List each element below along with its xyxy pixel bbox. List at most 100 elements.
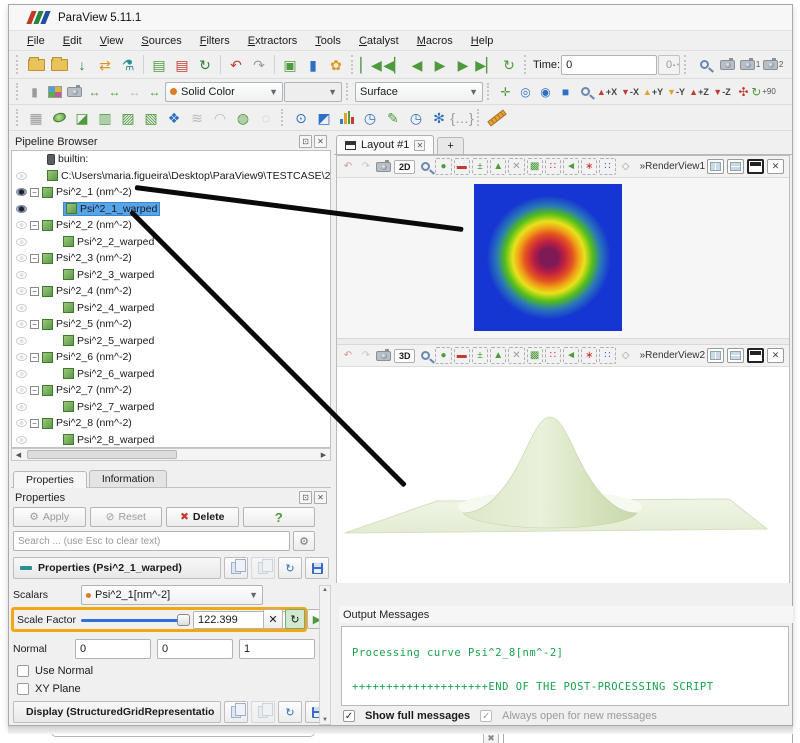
recalculate-scale-button[interactable]: ↻ xyxy=(285,609,305,629)
delete-button[interactable]: ✖ Delete xyxy=(166,507,239,527)
split-horizontal-button[interactable] xyxy=(707,348,724,363)
reload-files-button[interactable]: ↻ xyxy=(194,54,216,76)
xy-plane-checkbox[interactable] xyxy=(17,683,29,695)
collapse-expander-icon[interactable]: − xyxy=(30,386,39,395)
plot-selection-over-time-button[interactable]: ◷ xyxy=(405,107,427,129)
scroll-right-icon[interactable]: ▶ xyxy=(317,451,330,459)
rescale-data-range-button[interactable]: ↔ xyxy=(85,82,104,101)
view-minus-z-button[interactable]: ▼-Z xyxy=(711,82,733,102)
group-datasets-button[interactable]: ◍ xyxy=(232,107,254,129)
split-vertical-button[interactable] xyxy=(727,348,744,363)
python-calculator-button[interactable]: {…} xyxy=(451,107,473,129)
pipeline-item-psi4[interactable]: − Psi^2_4 (nm^-2) xyxy=(12,283,330,300)
pipeline-item-psi1-warped[interactable]: Psi^2_1_warped xyxy=(12,201,330,218)
pipeline-horizontal-scrollbar[interactable]: ◀ ▶ xyxy=(11,448,331,461)
visibility-eye-icon[interactable] xyxy=(16,370,27,378)
always-open-checkbox[interactable]: ✓ xyxy=(480,710,492,722)
close-view-button[interactable]: ✕ xyxy=(767,348,784,363)
scale-factor-slider[interactable] xyxy=(81,614,189,626)
plot-over-line-button[interactable]: ✎ xyxy=(382,107,404,129)
menu-catalyst[interactable]: Catalyst xyxy=(351,33,407,49)
vcr-play-reverse-button[interactable]: ◀ xyxy=(406,54,428,76)
reset-button[interactable]: ⊘ Reset xyxy=(90,507,163,527)
pipeline-item-psi3-warped[interactable]: Psi^2_3_warped xyxy=(12,267,330,284)
interactive-select-points-button[interactable]: ∷ xyxy=(599,158,615,175)
normal-y-input[interactable]: 0 xyxy=(157,639,233,659)
renderview1-canvas[interactable] xyxy=(337,178,789,338)
renderview2-canvas[interactable] xyxy=(337,367,789,583)
save-defaults-button[interactable] xyxy=(305,557,329,579)
properties-section-header[interactable]: Properties (Psi^2_1_warped) xyxy=(13,557,221,579)
dock-float-button[interactable]: ⊡ xyxy=(299,135,312,148)
pipeline-item-psi8[interactable]: − Psi^2_8 (nm^-2) xyxy=(12,415,330,432)
pipeline-item-psi2-warped[interactable]: Psi^2_2_warped xyxy=(12,234,330,251)
select-points-polygon-button[interactable]: ◄ xyxy=(563,158,579,175)
maximize-view-button[interactable] xyxy=(747,348,764,363)
visibility-eye-icon[interactable] xyxy=(16,172,27,180)
split-horizontal-button[interactable] xyxy=(707,159,724,174)
pipeline-item-psi6-warped[interactable]: Psi^2_6_warped xyxy=(12,366,330,383)
warp-by-scalar-button[interactable]: ◠ xyxy=(209,107,231,129)
find-data-button[interactable]: ◩ xyxy=(313,107,335,129)
visibility-eye-icon[interactable] xyxy=(16,304,27,312)
view-plus-x-button[interactable]: ▲+X xyxy=(596,82,618,102)
select-block-button[interactable]: ▩ xyxy=(527,158,543,175)
component-combobox[interactable]: ▼ xyxy=(284,82,342,102)
properties-vertical-scrollbar[interactable]: ▲ ▼ xyxy=(319,585,331,725)
rescale-temporal-range-button[interactable]: ↔ xyxy=(125,82,144,101)
pipeline-item-psi5[interactable]: − Psi^2_5 (nm^-2) xyxy=(12,316,330,333)
tab-information[interactable]: Information xyxy=(89,470,168,487)
layout-tab[interactable]: Layout #1 ✕ xyxy=(336,135,434,154)
menu-file[interactable]: File xyxy=(19,33,53,49)
capture-screenshot-button[interactable] xyxy=(376,158,392,175)
select-frustum-button[interactable]: ▲ xyxy=(490,347,506,364)
search-options-button[interactable]: ⚙ xyxy=(293,531,315,551)
select-cells-polygon-button[interactable]: ∷ xyxy=(545,347,561,364)
menu-edit[interactable]: Edit xyxy=(55,33,90,49)
visibility-eye-icon[interactable] xyxy=(16,188,27,196)
collapse-expander-icon[interactable]: − xyxy=(30,188,39,197)
vcr-play-button[interactable]: ▶ xyxy=(429,54,451,76)
probe-location-button[interactable]: ⊙ xyxy=(290,107,312,129)
zoom-to-box-button[interactable] xyxy=(576,82,595,101)
contour-filter-button[interactable] xyxy=(48,107,70,129)
rescale-visible-range-button[interactable]: ↔ xyxy=(145,82,164,101)
output-messages-box[interactable]: Processing curve Psi^2_8[nm^-2] ++++++++… xyxy=(341,626,789,706)
visibility-eye-icon[interactable] xyxy=(16,353,27,361)
apply-button[interactable]: ⚙ Apply xyxy=(13,507,86,527)
paste-properties-button[interactable] xyxy=(251,557,275,579)
visibility-eye-icon[interactable] xyxy=(16,436,27,444)
undo-button[interactable]: ↶ xyxy=(225,54,247,76)
pipeline-item-psi7-warped[interactable]: Psi^2_7_warped xyxy=(12,399,330,416)
layout-close-icon[interactable]: ✕ xyxy=(414,140,425,151)
isometric-view-button[interactable]: ✣ xyxy=(734,82,753,101)
clip-filter-button[interactable]: ◪ xyxy=(71,107,93,129)
camera-redo-button[interactable]: ↷ xyxy=(358,158,374,175)
pipeline-item-psi2[interactable]: − Psi^2_2 (nm^-2) xyxy=(12,217,330,234)
capture-screenshot-button[interactable] xyxy=(376,347,392,364)
slice-filter-button[interactable]: ▥ xyxy=(94,107,116,129)
view-plus-z-button[interactable]: ▲+Z xyxy=(688,82,710,102)
select-points-on-button[interactable]: ● xyxy=(435,347,451,364)
vcr-previous-frame-button[interactable]: ◀▏ xyxy=(383,54,405,76)
slider-handle[interactable] xyxy=(177,614,190,626)
time-input[interactable]: 0 xyxy=(561,55,657,75)
maximize-view-button[interactable] xyxy=(747,159,764,174)
calculator-filter-button[interactable]: ▦ xyxy=(25,107,47,129)
display-section-header[interactable]: Display (StructuredGridRepresentatio xyxy=(13,701,221,723)
menu-filters[interactable]: Filters xyxy=(192,33,238,49)
catalyst-flask-icon[interactable]: ⚗ xyxy=(117,54,139,76)
collapse-expander-icon[interactable]: − xyxy=(30,353,39,362)
camera-undo-button[interactable]: ↶ xyxy=(340,347,356,364)
scalar-bar-button[interactable]: ▮ xyxy=(25,82,44,101)
view-minus-x-button[interactable]: ▼-X xyxy=(619,82,641,102)
select-cells-on-button[interactable]: ▬ xyxy=(454,158,470,175)
open-file-button[interactable] xyxy=(25,54,47,76)
pipeline-item-psi1[interactable]: − Psi^2_1 (nm^-2) xyxy=(12,184,330,201)
dock-close-button[interactable]: ✕ xyxy=(314,491,327,504)
visibility-eye-icon[interactable] xyxy=(16,205,27,213)
camera-1-button[interactable]: 1 xyxy=(739,54,761,76)
select-block-button[interactable]: ▩ xyxy=(527,347,543,364)
add-camera-button[interactable] xyxy=(716,54,738,76)
dock-float-button[interactable]: ⊡ xyxy=(299,491,312,504)
